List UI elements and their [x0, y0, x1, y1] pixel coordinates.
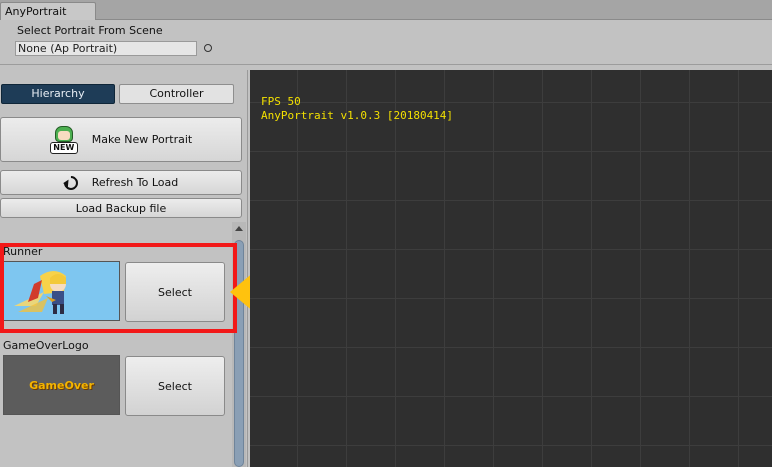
make-new-portrait-button[interactable]: NEW Make New Portrait: [0, 117, 242, 162]
new-portrait-icon: NEW: [49, 125, 78, 155]
highlight-box: [0, 243, 237, 333]
version-readout: AnyPortrait v1.0.3 [20180414]: [261, 109, 454, 122]
portrait-item-name-gameoverlogo: GameOverLogo: [3, 339, 89, 352]
fps-readout: FPS 50: [261, 95, 301, 108]
gameover-thumbnail: GameOver: [3, 355, 120, 415]
object-picker-icon[interactable]: [204, 44, 212, 52]
load-backup-button[interactable]: Load Backup file: [0, 198, 242, 218]
tab-hierarchy[interactable]: Hierarchy: [1, 84, 115, 104]
refresh-icon: [60, 172, 81, 193]
select-portrait-label: Select Portrait From Scene: [17, 24, 163, 37]
gameover-logo-text: GameOver: [29, 378, 94, 392]
new-badge: NEW: [49, 141, 78, 154]
portrait-object-field[interactable]: None (Ap Portrait): [15, 41, 197, 56]
window-tab-strip: [0, 0, 772, 20]
scroll-up-arrow-icon[interactable]: [232, 222, 246, 236]
window-tab[interactable]: AnyPortrait: [0, 2, 96, 21]
select-gameoverlogo-button[interactable]: Select: [125, 356, 225, 416]
scene-viewport[interactable]: [250, 70, 772, 467]
tab-controller[interactable]: Controller: [119, 84, 234, 104]
refresh-to-load-button[interactable]: Refresh To Load: [0, 170, 242, 195]
make-new-portrait-label: Make New Portrait: [91, 133, 193, 146]
load-backup-label: Load Backup file: [75, 201, 167, 215]
refresh-to-load-label: Refresh To Load: [91, 176, 179, 189]
